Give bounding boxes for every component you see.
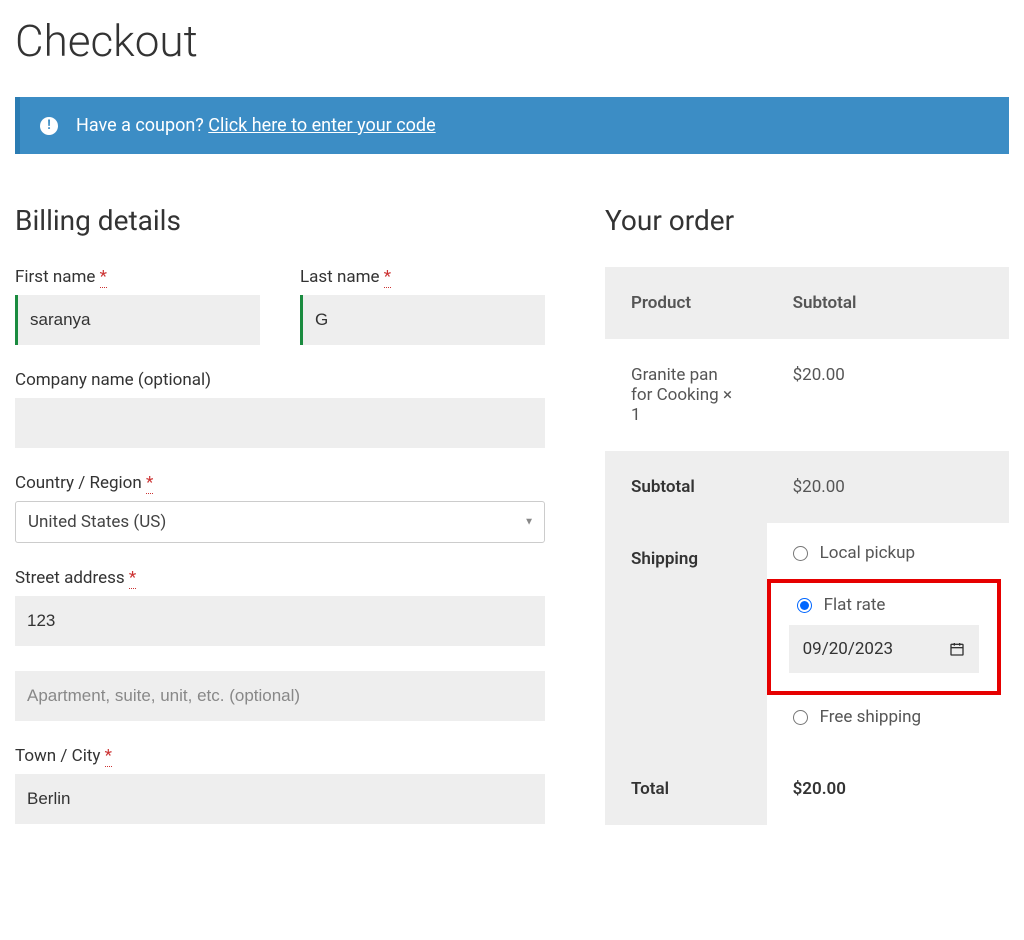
country-select[interactable]: United States (US) xyxy=(16,502,544,542)
shipping-option-local-pickup[interactable]: Local pickup xyxy=(793,543,1001,563)
local-pickup-radio[interactable] xyxy=(793,546,808,561)
order-item-price: $20.00 xyxy=(767,339,1009,451)
flat-rate-highlight-box: Flat rate 09/20/2023 xyxy=(767,579,1001,695)
street2-field xyxy=(15,671,545,721)
free-shipping-radio[interactable] xyxy=(793,710,808,725)
order-item-name: Granite pan for Cooking × 1 xyxy=(605,339,767,451)
first-name-label: First name * xyxy=(15,267,260,287)
shipping-label: Shipping xyxy=(605,523,767,753)
required-mark: * xyxy=(384,267,391,288)
flat-rate-label: Flat rate xyxy=(824,595,886,615)
order-table: Product Subtotal Granite pan for Cooking… xyxy=(605,267,1009,825)
shipping-date-input[interactable]: 09/20/2023 xyxy=(789,625,979,673)
total-value: $20.00 xyxy=(767,753,1009,825)
billing-heading: Billing details xyxy=(15,204,545,237)
last-name-field: Last name * xyxy=(300,267,545,345)
city-label-text: Town / City xyxy=(15,746,100,766)
first-name-input[interactable] xyxy=(15,295,260,345)
order-item-row: Granite pan for Cooking × 1 $20.00 xyxy=(605,339,1009,451)
shipping-options: Local pickup Flat rate 09/20/2023 xyxy=(793,543,1001,727)
order-header-row: Product Subtotal xyxy=(605,267,1009,339)
last-name-label-text: Last name xyxy=(300,267,380,287)
order-subtotal-row: Subtotal $20.00 xyxy=(605,451,1009,523)
order-heading: Your order xyxy=(605,204,1009,237)
required-mark: * xyxy=(146,473,153,494)
flat-rate-radio[interactable] xyxy=(797,598,812,613)
required-mark: * xyxy=(100,267,107,288)
shipping-date-value: 09/20/2023 xyxy=(803,639,893,659)
last-name-input[interactable] xyxy=(300,295,545,345)
subtotal-header: Subtotal xyxy=(767,267,1009,339)
required-mark: * xyxy=(105,746,112,767)
order-total-row: Total $20.00 xyxy=(605,753,1009,825)
required-mark: * xyxy=(129,568,136,589)
street2-input[interactable] xyxy=(15,671,545,721)
order-shipping-row: Shipping Local pickup Flat rate xyxy=(605,523,1009,753)
country-select-wrapper[interactable]: United States (US) ▼ xyxy=(15,501,545,543)
order-column: Your order Product Subtotal Granite pan … xyxy=(605,204,1009,825)
first-name-label-text: First name xyxy=(15,267,95,287)
total-label: Total xyxy=(605,753,767,825)
company-label: Company name (optional) xyxy=(15,370,545,390)
city-label: Town / City * xyxy=(15,746,545,766)
coupon-prompt: Have a coupon? xyxy=(76,115,208,136)
last-name-label: Last name * xyxy=(300,267,545,287)
local-pickup-label: Local pickup xyxy=(820,543,915,563)
shipping-option-free-shipping[interactable]: Free shipping xyxy=(793,707,1001,727)
street-field: Street address * xyxy=(15,568,545,646)
street-input[interactable] xyxy=(15,596,545,646)
coupon-link[interactable]: Click here to enter your code xyxy=(208,115,435,136)
page-title: Checkout xyxy=(15,15,1009,67)
free-shipping-label: Free shipping xyxy=(820,707,921,727)
city-input[interactable] xyxy=(15,774,545,824)
calendar-icon xyxy=(949,641,965,657)
city-field: Town / City * xyxy=(15,746,545,824)
product-header: Product xyxy=(605,267,767,339)
subtotal-value: $20.00 xyxy=(767,451,1009,523)
coupon-banner: ! Have a coupon? Click here to enter you… xyxy=(15,97,1009,154)
company-input[interactable] xyxy=(15,398,545,448)
shipping-option-flat-rate[interactable]: Flat rate xyxy=(789,595,979,615)
street-label: Street address * xyxy=(15,568,545,588)
company-field: Company name (optional) xyxy=(15,370,545,448)
country-label: Country / Region * xyxy=(15,473,545,493)
first-name-field: First name * xyxy=(15,267,260,345)
billing-column: Billing details First name * Last name *… xyxy=(15,204,545,825)
street-label-text: Street address xyxy=(15,568,125,588)
country-field: Country / Region * United States (US) ▼ xyxy=(15,473,545,543)
info-icon: ! xyxy=(40,117,58,135)
coupon-text: Have a coupon? Click here to enter your … xyxy=(76,115,436,136)
country-label-text: Country / Region xyxy=(15,473,142,493)
subtotal-label: Subtotal xyxy=(605,451,767,523)
